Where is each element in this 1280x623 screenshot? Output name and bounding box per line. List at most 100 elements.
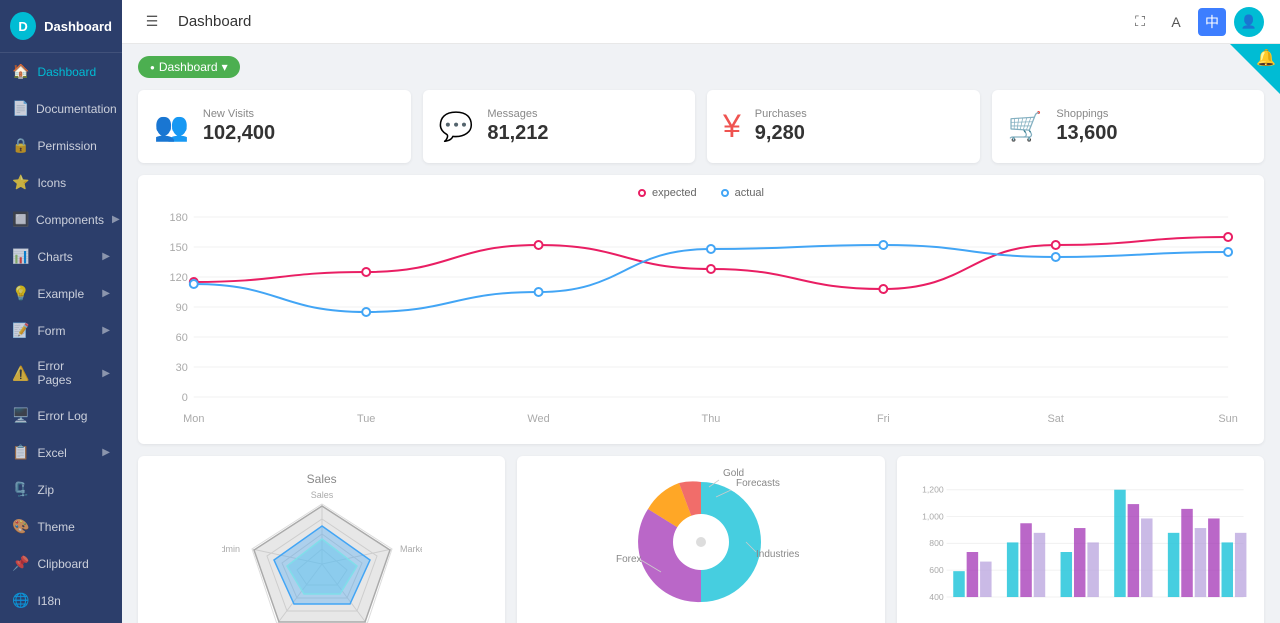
svg-text:1,200: 1,200	[922, 485, 944, 495]
svg-text:Forecasts: Forecasts	[736, 478, 780, 489]
svg-text:90: 90	[176, 302, 188, 314]
stat-card-shoppings: 🛒 Shoppings 13,600	[992, 90, 1265, 163]
svg-text:Gold: Gold	[723, 468, 744, 479]
sidebar-icon-clipboard: 📌	[12, 555, 29, 572]
sidebar-item-zip[interactable]: 🗜️ Zip	[0, 471, 122, 508]
sidebar-item-documentation[interactable]: 📄 Documentation	[0, 90, 122, 127]
legend-expected: expected	[638, 187, 697, 199]
breadcrumb-item[interactable]: ● Dashboard ▾	[138, 56, 240, 78]
topbar: ☰ Dashboard ⛶ A 中 👤	[122, 0, 1280, 44]
svg-text:Forex: Forex	[616, 554, 642, 565]
sidebar-icon-example: 💡	[12, 285, 29, 302]
sidebar-label-dashboard: Dashboard	[37, 65, 110, 79]
sidebar-arrow-charts: ▶	[102, 251, 110, 262]
stat-value-purchases: 9,280	[755, 122, 807, 145]
sidebar-item-permission[interactable]: 🔒 Permission	[0, 127, 122, 164]
donut-chart-card: Forecasts Gold Forex Industries	[517, 456, 884, 623]
sidebar-arrow-example: ▶	[102, 288, 110, 299]
svg-text:Marketing: Marketing	[400, 544, 422, 554]
sidebar-arrow-components: ▶	[112, 214, 120, 225]
sidebar-icon-components: 🔲	[12, 211, 28, 228]
sidebar-item-components[interactable]: 🔲 Components ▶	[0, 201, 122, 238]
sidebar-label-charts: Charts	[37, 250, 94, 264]
sidebar-label-components: Components	[36, 213, 104, 227]
sidebar-icon-permission: 🔒	[12, 137, 29, 154]
svg-text:180: 180	[170, 212, 188, 224]
sidebar-label-form: Form	[37, 324, 94, 338]
sidebar-item-charts[interactable]: 📊 Charts ▶	[0, 238, 122, 275]
stat-value-new-visits: 102,400	[203, 122, 275, 145]
sidebar-icon-i18n: 🌐	[12, 592, 29, 609]
radar-chart-card: Sales	[138, 456, 505, 623]
stat-label-messages: Messages	[487, 108, 548, 120]
sidebar-logo-icon: D	[10, 12, 36, 40]
stat-info-purchases: Purchases 9,280	[755, 108, 807, 145]
breadcrumb-arrow: ▾	[222, 60, 228, 74]
stat-card-purchases: ¥ Purchases 9,280	[707, 90, 980, 163]
legend-expected-label: expected	[652, 187, 697, 199]
stat-info-messages: Messages 81,212	[487, 108, 548, 145]
sidebar-item-excel[interactable]: 📋 Excel ▶	[0, 434, 122, 471]
radar-svg: Sales Marketing Development Info Tech Ad…	[222, 484, 422, 623]
stat-value-shoppings: 13,600	[1056, 122, 1117, 145]
legend-actual-label: actual	[735, 187, 764, 199]
sidebar-item-example[interactable]: 💡 Example ▶	[0, 275, 122, 312]
stat-label-shoppings: Shoppings	[1056, 108, 1117, 120]
sidebar-label-icons: Icons	[37, 176, 110, 190]
sidebar-label-error-log: Error Log	[37, 409, 110, 423]
svg-text:30: 30	[176, 362, 188, 374]
breadcrumb-dot: ●	[150, 63, 155, 72]
sidebar: D Dashboard 🏠 Dashboard 📄 Documentation …	[0, 0, 122, 623]
svg-text:Tue: Tue	[357, 413, 375, 425]
donut-svg: Forecasts Gold Forex Industries	[561, 462, 841, 622]
sidebar-item-dashboard[interactable]: 🏠 Dashboard	[0, 53, 122, 90]
donut-container: Forecasts Gold Forex Industries	[533, 472, 868, 612]
sidebar-item-theme[interactable]: 🎨 Theme	[0, 508, 122, 545]
topbar-actions: ⛶ A 中 👤	[1126, 7, 1264, 37]
translate-button[interactable]: A	[1162, 8, 1190, 36]
sidebar-item-icons[interactable]: ⭐ Icons	[0, 164, 122, 201]
sidebar-item-i18n[interactable]: 🌐 I18n	[0, 582, 122, 619]
stat-icon-new-visits: 👥	[154, 110, 189, 143]
main-area: ☰ Dashboard ⛶ A 中 👤 🔔 ● Dashboard ▾ 👥	[122, 0, 1280, 623]
sidebar-label-error-pages: Error Pages	[37, 359, 94, 387]
sidebar-item-form[interactable]: 📝 Form ▶	[0, 312, 122, 349]
svg-text:Admin: Admin	[222, 544, 240, 554]
sidebar-icon-dashboard: 🏠	[12, 63, 29, 80]
svg-text:120: 120	[170, 272, 188, 284]
stat-icon-shoppings: 🛒	[1008, 110, 1043, 143]
hamburger-button[interactable]: ☰	[138, 8, 166, 36]
stat-card-new-visits: 👥 New Visits 102,400	[138, 90, 411, 163]
sidebar-icon-excel: 📋	[12, 444, 29, 461]
radar-container: Sales Marketing Development Info Tech Ad…	[154, 494, 489, 623]
stat-value-messages: 81,212	[487, 122, 548, 145]
svg-text:Sales: Sales	[310, 490, 333, 500]
sidebar-icon-icons: ⭐	[12, 174, 29, 191]
line-chart-card: expected actual 0306090120150180MonTueWe…	[138, 175, 1264, 444]
bar-chart-card: 1,200 1,000 800 600 400	[897, 456, 1264, 623]
line-chart-svg: 0306090120150180MonTueWedThuFriSatSun	[154, 207, 1248, 427]
sidebar-icon-charts: 📊	[12, 248, 29, 265]
sidebar-item-clipboard[interactable]: 📌 Clipboard	[0, 545, 122, 582]
svg-text:0: 0	[182, 392, 188, 404]
sidebar-logo[interactable]: D Dashboard	[0, 0, 122, 53]
fullscreen-button[interactable]: ⛶	[1126, 8, 1154, 36]
sidebar-items-container: 🏠 Dashboard 📄 Documentation 🔒 Permission…	[0, 53, 122, 619]
lang-button[interactable]: 中	[1198, 8, 1226, 36]
sidebar-item-error-pages[interactable]: ⚠️ Error Pages ▶	[0, 349, 122, 397]
corner-icon: 🔔	[1256, 48, 1276, 68]
content-area: 🔔 ● Dashboard ▾ 👥 New Visits 102,400 💬 M…	[122, 44, 1280, 623]
svg-text:Wed: Wed	[527, 413, 549, 425]
stat-info-new-visits: New Visits 102,400	[203, 108, 275, 145]
sidebar-label-theme: Theme	[37, 520, 110, 534]
svg-text:600: 600	[929, 565, 944, 575]
sidebar-label-clipboard: Clipboard	[37, 557, 110, 571]
stat-info-shoppings: Shoppings 13,600	[1056, 108, 1117, 145]
stat-label-purchases: Purchases	[755, 108, 807, 120]
svg-text:1,000: 1,000	[922, 511, 944, 521]
sidebar-item-error-log[interactable]: 🖥️ Error Log	[0, 397, 122, 434]
user-avatar[interactable]: 👤	[1234, 7, 1264, 37]
sidebar-arrow-error-pages: ▶	[102, 368, 110, 379]
sidebar-icon-zip: 🗜️	[12, 481, 29, 498]
sidebar-icon-form: 📝	[12, 322, 29, 339]
